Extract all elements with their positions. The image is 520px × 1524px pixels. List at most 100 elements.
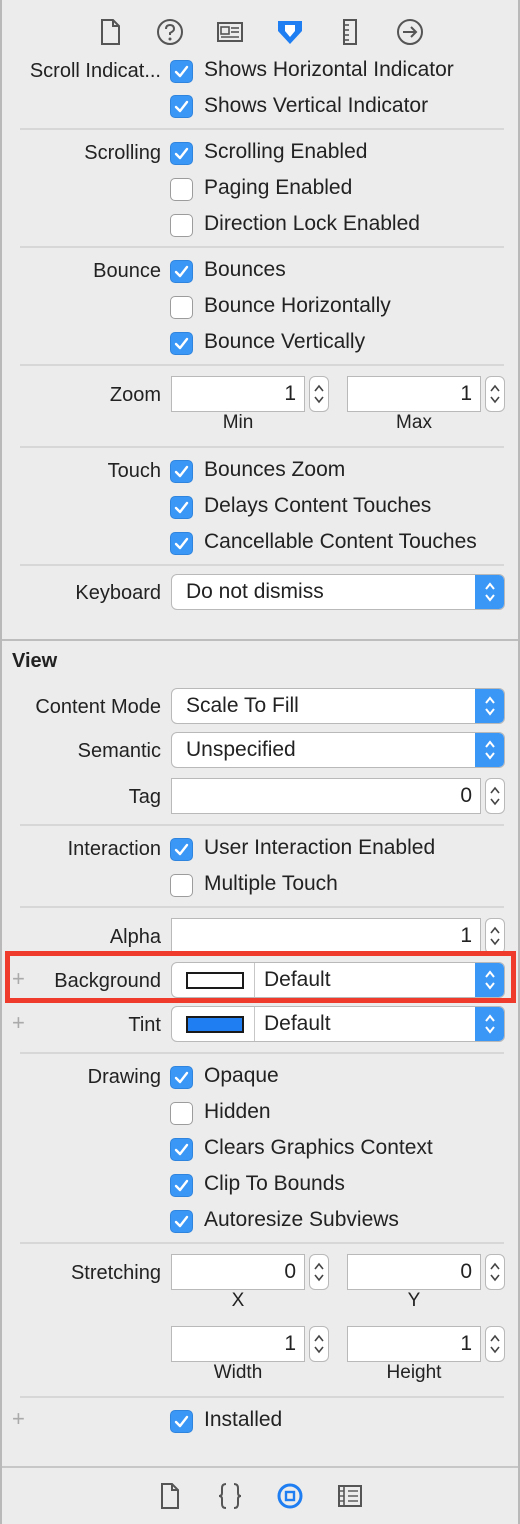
separator bbox=[20, 564, 504, 566]
user-interaction-enabled-checkbox[interactable] bbox=[170, 838, 193, 861]
popup-arrows-icon bbox=[475, 575, 504, 609]
tint-add-variation-button[interactable]: + bbox=[12, 1010, 25, 1036]
alpha-stepper[interactable] bbox=[485, 918, 505, 954]
stretching-height-stepper[interactable] bbox=[485, 1326, 505, 1362]
installed-checkbox[interactable] bbox=[170, 1410, 193, 1433]
semantic-label: Semantic bbox=[77, 740, 161, 762]
popup-arrows-icon bbox=[475, 963, 504, 997]
delays-content-touches-checkbox[interactable] bbox=[170, 496, 193, 519]
multiple-touch-checkbox[interactable] bbox=[170, 874, 193, 897]
background-color-swatch bbox=[186, 972, 244, 989]
zoom-max-field[interactable]: 1 bbox=[347, 376, 481, 412]
zoom-min-stepper[interactable] bbox=[309, 376, 329, 412]
scrolling-enabled-checkbox[interactable] bbox=[170, 142, 193, 165]
alpha-label: Alpha bbox=[109, 926, 161, 948]
content-mode-popup[interactable]: Scale To Fill bbox=[171, 688, 505, 724]
media-library-icon[interactable] bbox=[334, 1480, 366, 1512]
separator bbox=[20, 446, 504, 448]
autoresize-subviews-checkbox[interactable] bbox=[170, 1210, 193, 1233]
content-mode-value: Scale To Fill bbox=[186, 694, 299, 717]
tag-field[interactable]: 0 bbox=[171, 778, 481, 814]
bounce-label: Bounce bbox=[93, 260, 161, 282]
separator bbox=[20, 906, 504, 908]
library-bar bbox=[2, 1466, 518, 1524]
hidden-checkbox[interactable] bbox=[170, 1102, 193, 1125]
clip-to-bounds-checkbox[interactable] bbox=[170, 1174, 193, 1197]
clears-graphics-context-checkbox[interactable] bbox=[170, 1138, 193, 1161]
left-border bbox=[0, 0, 2, 1524]
stretching-width-caption: Width bbox=[213, 1362, 263, 1383]
help-icon[interactable] bbox=[152, 14, 188, 50]
direction-lock-enabled-checkbox[interactable] bbox=[170, 214, 193, 237]
stretching-width-field[interactable]: 1 bbox=[171, 1326, 305, 1362]
drawing-label: Drawing bbox=[87, 1066, 161, 1088]
connections-icon[interactable] bbox=[392, 14, 428, 50]
background-popup[interactable]: Default bbox=[171, 962, 505, 998]
bounces-zoom-label: Bounces Zoom bbox=[204, 458, 346, 481]
zoom-label: Zoom bbox=[109, 384, 161, 406]
background-add-variation-button[interactable]: + bbox=[12, 966, 25, 992]
tint-label: Tint bbox=[128, 1014, 161, 1036]
delays-content-touches-label: Delays Content Touches bbox=[204, 494, 432, 517]
scrolling-enabled-label: Scrolling Enabled bbox=[204, 140, 368, 163]
background-label: Background bbox=[54, 970, 161, 992]
attributes-icon[interactable] bbox=[272, 14, 308, 50]
content-mode-label: Content Mode bbox=[35, 696, 161, 718]
cancellable-content-touches-checkbox[interactable] bbox=[170, 532, 193, 555]
stretching-y-stepper[interactable] bbox=[485, 1254, 505, 1290]
popup-divider bbox=[254, 963, 255, 997]
zoom-max-stepper[interactable] bbox=[485, 376, 505, 412]
background-value: Default bbox=[264, 968, 331, 991]
bounces-zoom-checkbox[interactable] bbox=[170, 460, 193, 483]
user-interaction-enabled-label: User Interaction Enabled bbox=[204, 836, 436, 859]
installed-add-variation-button[interactable]: + bbox=[12, 1406, 25, 1432]
zoom-min-field[interactable]: 1 bbox=[171, 376, 305, 412]
file-template-icon[interactable] bbox=[154, 1480, 186, 1512]
shows-vertical-indicator-checkbox[interactable] bbox=[170, 95, 193, 118]
popup-arrows-icon bbox=[475, 689, 504, 723]
shows-horizontal-indicator-checkbox[interactable] bbox=[170, 60, 193, 83]
bounces-checkbox[interactable] bbox=[170, 260, 193, 283]
tag-label: Tag bbox=[128, 786, 161, 808]
stretching-x-caption: X bbox=[231, 1290, 245, 1311]
inspector-toolbar bbox=[2, 0, 518, 60]
keyboard-popup[interactable]: Do not dismiss bbox=[171, 574, 505, 610]
paging-enabled-checkbox[interactable] bbox=[170, 178, 193, 201]
stretching-y-caption: Y bbox=[407, 1290, 421, 1311]
bounce-horizontally-checkbox[interactable] bbox=[170, 296, 193, 319]
bounce-horizontally-label: Bounce Horizontally bbox=[204, 294, 391, 317]
object-library-icon[interactable] bbox=[274, 1480, 306, 1512]
multiple-touch-label: Multiple Touch bbox=[204, 872, 338, 895]
stretching-height-field[interactable]: 1 bbox=[347, 1326, 481, 1362]
bounce-vertically-checkbox[interactable] bbox=[170, 332, 193, 355]
scrolling-label: Scrolling bbox=[84, 142, 161, 164]
autoresize-subviews-label: Autoresize Subviews bbox=[204, 1208, 399, 1231]
semantic-popup[interactable]: Unspecified bbox=[171, 732, 505, 768]
identity-icon[interactable] bbox=[212, 14, 248, 50]
alpha-field[interactable]: 1 bbox=[171, 918, 481, 954]
stretching-width-stepper[interactable] bbox=[309, 1326, 329, 1362]
stretching-y-field[interactable]: 0 bbox=[347, 1254, 481, 1290]
tag-stepper[interactable] bbox=[485, 778, 505, 814]
file-icon[interactable] bbox=[92, 14, 128, 50]
code-snippet-icon[interactable] bbox=[214, 1480, 246, 1512]
touch-label: Touch bbox=[107, 460, 161, 482]
shows-vertical-indicator-label: Shows Vertical Indicator bbox=[204, 94, 429, 117]
scroll-indicators-label: Scroll Indicat... bbox=[29, 60, 161, 82]
size-icon[interactable] bbox=[332, 14, 368, 50]
popup-arrows-icon bbox=[475, 733, 504, 767]
hidden-label: Hidden bbox=[204, 1100, 271, 1123]
interaction-label: Interaction bbox=[67, 838, 161, 860]
popup-arrows-icon bbox=[475, 1007, 504, 1041]
opaque-label: Opaque bbox=[204, 1064, 279, 1087]
paging-enabled-label: Paging Enabled bbox=[204, 176, 353, 199]
section-divider bbox=[2, 639, 518, 641]
keyboard-popup-value: Do not dismiss bbox=[186, 580, 324, 603]
opaque-checkbox[interactable] bbox=[170, 1066, 193, 1089]
zoom-min-caption: Min bbox=[222, 412, 254, 433]
tint-popup[interactable]: Default bbox=[171, 1006, 505, 1042]
stretching-x-stepper[interactable] bbox=[309, 1254, 329, 1290]
stretching-x-field[interactable]: 0 bbox=[171, 1254, 305, 1290]
bounces-label: Bounces bbox=[204, 258, 286, 281]
keyboard-label: Keyboard bbox=[75, 582, 161, 604]
